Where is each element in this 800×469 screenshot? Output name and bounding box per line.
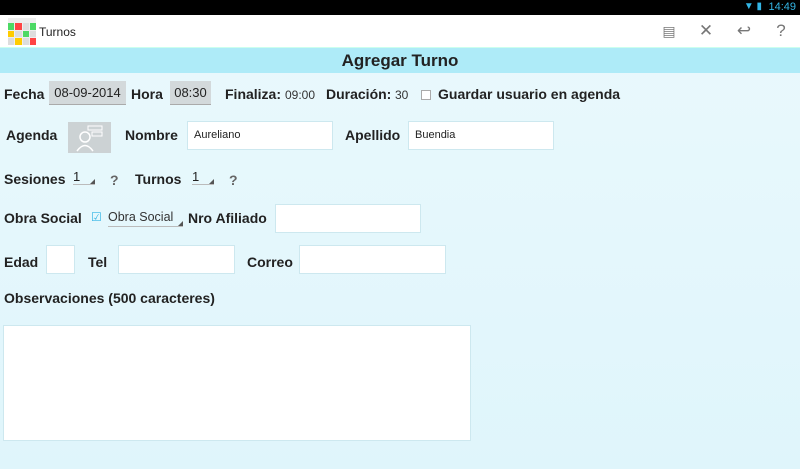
sesiones-spinner[interactable]: 1 — [73, 169, 95, 185]
turnos-help-icon[interactable]: ? — [229, 172, 238, 188]
logo-cell — [29, 38, 36, 45]
obra-social-spinner[interactable]: Obra Social — [108, 210, 183, 227]
hora-picker[interactable]: 08:30 — [170, 81, 211, 105]
obra-social-checkbox[interactable]: ☑ — [91, 210, 102, 224]
guardar-checkbox[interactable] — [421, 90, 431, 100]
page-title: Agregar Turno — [0, 48, 800, 73]
logo-cell — [29, 30, 36, 38]
undo-icon[interactable]: ↩ — [732, 21, 756, 41]
contact-card-icon — [76, 125, 103, 152]
hora-label: Hora — [131, 86, 163, 102]
wifi-battery-icon: ▼ ▮ — [743, 1, 762, 12]
logo-cell — [15, 30, 22, 38]
logo-cell — [8, 23, 15, 30]
edad-label: Edad — [4, 254, 39, 270]
nro-afiliado-label: Nro Afiliado — [188, 210, 267, 226]
duracion-label: Duración: — [326, 86, 392, 102]
close-icon[interactable]: ✕ — [694, 21, 718, 41]
logo-cell — [8, 30, 15, 38]
sesiones-help-icon[interactable]: ? — [110, 172, 119, 188]
action-bar: Turnos ▤ ✕ ↩ ? — [0, 15, 800, 48]
help-icon[interactable]: ? — [769, 21, 793, 41]
obra-social-label: Obra Social — [4, 210, 82, 226]
logo-cell — [8, 38, 15, 45]
clock: 14:49 — [768, 1, 796, 13]
logo-cell — [22, 38, 29, 45]
agenda-label: Agenda — [6, 127, 58, 143]
app-title: Turnos — [39, 25, 76, 39]
status-bar: ▼ ▮ 14:49 — [0, 0, 800, 15]
duracion-value: 30 — [395, 88, 409, 102]
logo-cell — [22, 23, 29, 30]
finaliza-label: Finaliza: — [225, 86, 282, 102]
logo-cell — [22, 30, 29, 38]
observaciones-label: Observaciones (500 caracteres) — [4, 290, 215, 306]
logo-cell — [29, 23, 36, 30]
turnos-label: Turnos — [135, 171, 182, 187]
turnos-spinner[interactable]: 1 — [192, 169, 214, 185]
app-logo-icon — [8, 18, 36, 45]
nombre-input[interactable]: Aureliano — [187, 121, 333, 150]
guardar-label[interactable]: Guardar usuario en agenda — [438, 86, 620, 102]
fecha-picker[interactable]: 08-09-2014 — [49, 81, 126, 105]
logo-cell — [15, 38, 22, 45]
correo-input[interactable] — [299, 245, 446, 274]
logo-cell — [15, 23, 22, 30]
sesiones-label: Sesiones — [4, 171, 66, 187]
finaliza-value: 09:00 — [285, 88, 316, 102]
fecha-label: Fecha — [4, 86, 45, 102]
save-icon[interactable]: ▤ — [657, 23, 681, 40]
apellido-input[interactable]: Buendia — [408, 121, 554, 150]
apellido-label: Apellido — [345, 127, 401, 143]
nro-afiliado-input[interactable] — [275, 204, 421, 233]
edad-input[interactable] — [46, 245, 75, 274]
agenda-contact-button[interactable] — [68, 122, 111, 153]
tel-input[interactable] — [118, 245, 235, 274]
nombre-label: Nombre — [125, 127, 178, 143]
correo-label: Correo — [247, 254, 293, 270]
tel-label: Tel — [88, 254, 108, 270]
observaciones-textarea[interactable] — [3, 325, 471, 441]
